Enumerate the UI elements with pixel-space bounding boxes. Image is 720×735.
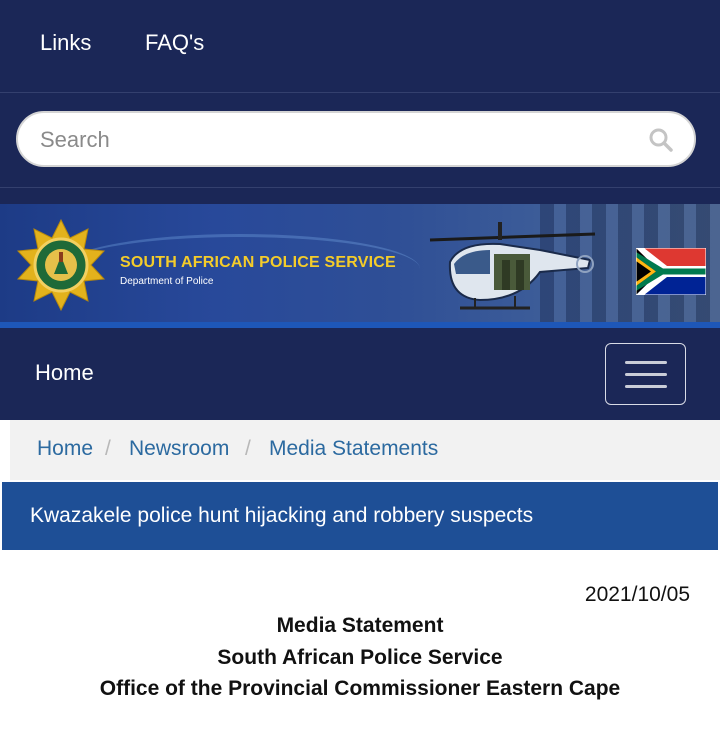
hamburger-line bbox=[625, 385, 667, 388]
saps-banner[interactable]: SOUTH AFRICAN POLICE SERVICE Department … bbox=[0, 204, 720, 328]
banner-subtitle: Department of Police bbox=[120, 276, 214, 287]
hamburger-line bbox=[625, 361, 667, 364]
breadcrumb-media-statements[interactable]: Media Statements bbox=[269, 437, 438, 461]
hamburger-line bbox=[625, 373, 667, 376]
banner-title: SOUTH AFRICAN POLICE SERVICE bbox=[120, 254, 396, 271]
police-helicopter-image bbox=[429, 222, 596, 310]
article-title: Kwazakele police hunt hijacking and robb… bbox=[30, 504, 534, 527]
top-navigation: Links FAQ's bbox=[0, 0, 720, 92]
faqs-link[interactable]: FAQ's bbox=[145, 30, 204, 56]
south-african-flag-icon bbox=[636, 248, 706, 295]
article-date: 2021/10/05 bbox=[584, 583, 690, 606]
main-menu-bar: Home bbox=[0, 328, 720, 420]
search-bar bbox=[0, 92, 720, 188]
header-spacer bbox=[0, 188, 720, 204]
statement-heading-line: Office of the Provincial Commissioner Ea… bbox=[99, 677, 621, 700]
breadcrumb-separator: / bbox=[245, 437, 251, 460]
menu-home-link[interactable]: Home bbox=[35, 360, 94, 386]
search-box bbox=[16, 111, 696, 167]
breadcrumb: Home / Newsroom / Media Statements bbox=[10, 420, 720, 480]
search-icon[interactable] bbox=[648, 127, 674, 153]
statement-heading-line: Media Statement bbox=[276, 614, 444, 637]
hamburger-menu-icon[interactable] bbox=[605, 343, 686, 405]
article-title-bar: Kwazakele police hunt hijacking and robb… bbox=[2, 482, 718, 550]
links-link[interactable]: Links bbox=[40, 30, 91, 56]
breadcrumb-separator: / bbox=[105, 437, 111, 460]
breadcrumb-newsroom[interactable]: Newsroom bbox=[129, 437, 229, 461]
search-input[interactable] bbox=[40, 123, 630, 157]
statement-heading-line: South African Police Service bbox=[217, 646, 503, 669]
breadcrumb-home[interactable]: Home bbox=[37, 437, 93, 461]
saps-badge-icon bbox=[16, 218, 106, 312]
